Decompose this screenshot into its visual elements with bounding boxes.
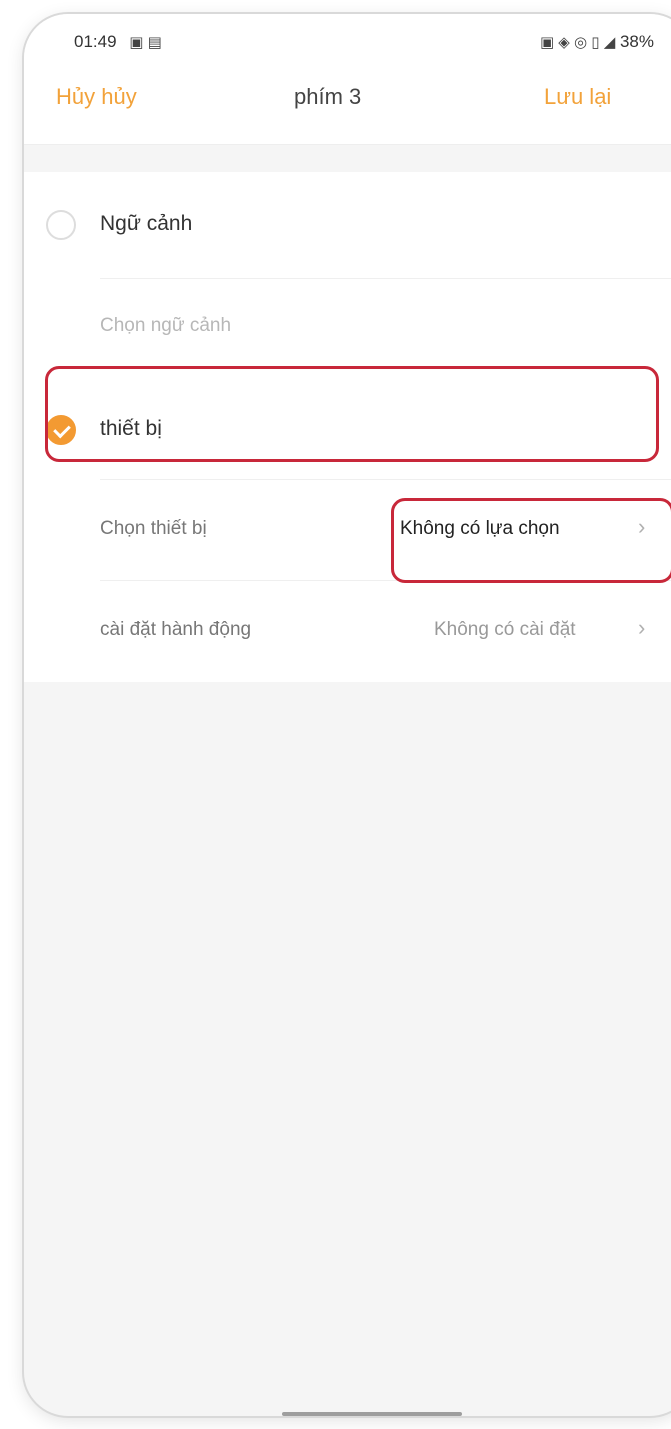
status-bar-right: ▣ ◈ ◎ ▯ ◢ 38% [532,32,654,52]
scene-radio[interactable] [46,210,76,240]
chevron-right-icon: › [638,615,646,640]
status-bar-left: 01:49 ▣ ▤ [74,32,162,52]
select-scene-row[interactable]: Chọn ngữ cảnh [24,279,671,373]
status-time: 01:49 [74,32,117,51]
cancel-button[interactable]: Hủy hủy [56,84,137,110]
battery-level: 38% [619,32,654,51]
action-setting-label: cài đặt hành động [100,619,252,640]
notification-icons: ▣ ▤ [129,34,162,51]
action-setting-value: Không có cài đặt [434,619,576,640]
highlight-device-option [45,366,659,462]
select-device-label: Chọn thiết bị [100,518,207,539]
save-button[interactable]: Lưu lại [544,84,611,110]
select-scene-label: Chọn ngữ cảnh [100,315,232,336]
page-title: phím 3 [294,84,362,109]
signal-icons: ▣ ◈ ◎ ▯ ◢ [539,34,616,51]
phone-screen: 01:49 ▣ ▤ ▣ ◈ ◎ ▯ ◢ 38% Hủy hủy phím 3 L… [24,14,671,1416]
scene-option-label: Ngữ cảnh [100,212,193,235]
home-indicator[interactable] [282,1412,462,1416]
scene-option-row[interactable]: Ngữ cảnh [24,172,671,278]
action-setting-row[interactable]: cài đặt hành động Không có cài đặt › [24,581,671,681]
top-bar: 01:49 ▣ ▤ ▣ ◈ ◎ ▯ ◢ 38% Hủy hủy phím 3 L… [24,14,671,145]
highlight-no-selection [391,498,671,583]
